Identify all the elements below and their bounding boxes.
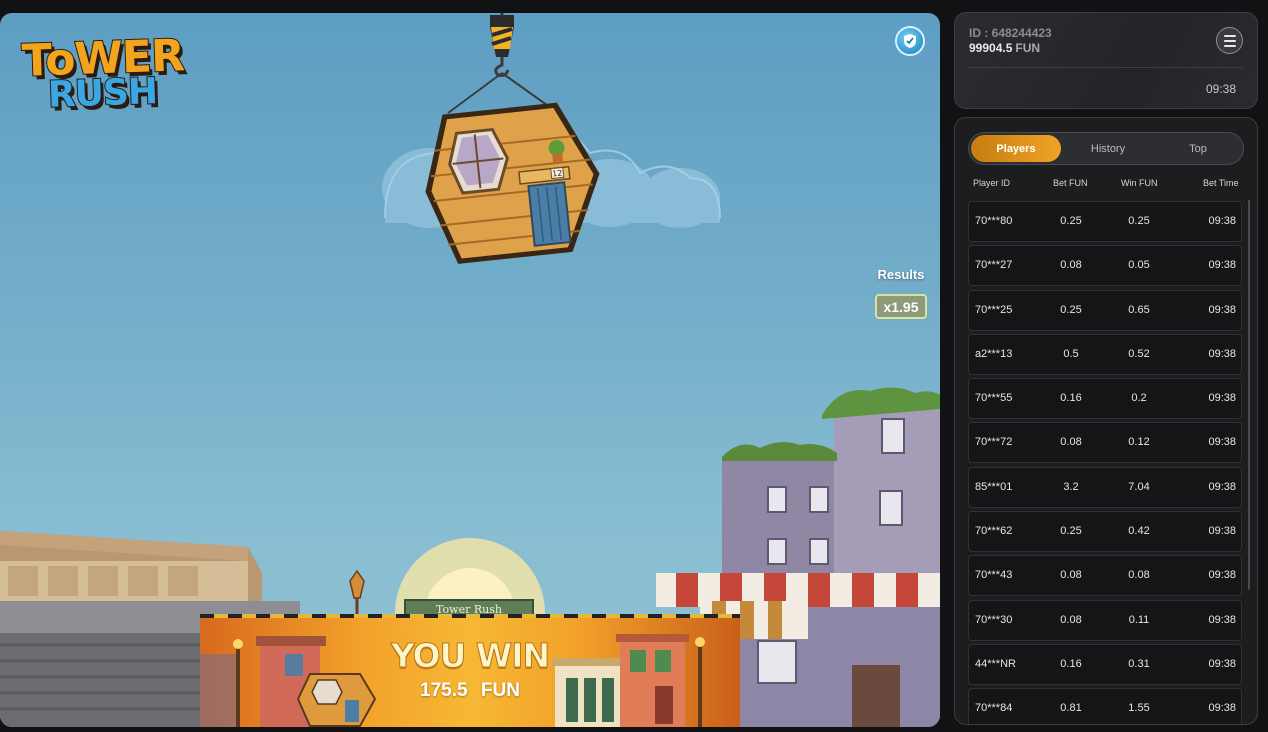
- row-bet: 0.16: [1060, 392, 1082, 405]
- row-bet: 0.16: [1060, 657, 1082, 670]
- row-time: 09:38: [1208, 569, 1236, 582]
- block-number: 12: [552, 168, 563, 178]
- crane-hook: [447, 13, 559, 114]
- row-bet: 0.25: [1060, 525, 1082, 538]
- tab-history[interactable]: History: [1063, 133, 1153, 164]
- row-bet: 0.81: [1060, 702, 1082, 715]
- clock: 09:38: [1205, 82, 1236, 96]
- tab-players[interactable]: Players: [971, 135, 1061, 162]
- col-bet-time: Bet Time: [1203, 178, 1239, 188]
- divider: [969, 67, 1243, 68]
- col-bet: Bet FUN: [1053, 178, 1088, 188]
- row-time: 09:38: [1208, 303, 1236, 316]
- row-time: 09:38: [1208, 480, 1236, 493]
- row-bet: 0.08: [1060, 259, 1082, 272]
- row-win: 0.12: [1128, 436, 1150, 449]
- row-player-id: 44***NR: [975, 657, 1016, 670]
- row-time: 09:38: [1208, 259, 1236, 272]
- house-block: [425, 102, 600, 264]
- row-win: 0.05: [1128, 259, 1150, 272]
- row-time: 09:38: [1208, 613, 1236, 626]
- win-amount-value: 175.5: [420, 680, 468, 701]
- col-player-id: Player ID: [973, 178, 1011, 188]
- row-time: 09:38: [1208, 347, 1236, 360]
- col-win: Win FUN: [1121, 178, 1158, 188]
- row-time: 09:38: [1208, 215, 1236, 227]
- win-banner: YOU WIN 175.5 FUN: [200, 614, 740, 727]
- row-win: 0.25: [1128, 215, 1150, 227]
- row-bet: 0.08: [1060, 569, 1082, 582]
- account-card: ID : 648244423 99904.5 FUN 09:38: [954, 12, 1258, 109]
- bets-panel: Players History Top Player ID Bet FUN Wi…: [954, 117, 1258, 725]
- row-time: 09:38: [1208, 525, 1236, 538]
- row-bet: 0.08: [1060, 613, 1082, 626]
- tab-top[interactable]: Top: [1153, 133, 1243, 164]
- row-win: 0.65: [1128, 303, 1150, 316]
- balance-value: 99904.5: [969, 41, 1013, 55]
- table-row: 70***30 0.08 0.11 09:38: [968, 599, 1242, 641]
- row-time: 09:38: [1208, 657, 1236, 670]
- menu-icon[interactable]: [1216, 27, 1243, 54]
- scrollbar[interactable]: [1248, 200, 1250, 590]
- table-row: a2***13 0.5 0.52 09:38: [968, 333, 1242, 375]
- table-row: 70***80 0.25 0.25 09:38: [968, 201, 1242, 242]
- win-amount: 175.5 FUN: [200, 680, 740, 702]
- row-player-id: 70***25: [975, 303, 1013, 316]
- balance-currency: FUN: [1015, 41, 1041, 55]
- row-bet: 3.2: [1063, 480, 1079, 493]
- row-win: 1.55: [1128, 702, 1150, 715]
- row-win: 0.08: [1128, 569, 1150, 582]
- table-row: 44***NR 0.16 0.31 09:38: [968, 643, 1242, 685]
- row-win: 0.2: [1131, 392, 1147, 405]
- row-player-id: 70***72: [975, 436, 1013, 449]
- row-win: 0.42: [1128, 525, 1150, 538]
- table-row: 70***55 0.16 0.2 09:38: [968, 378, 1242, 420]
- logo-line-2: RUSH: [46, 70, 158, 117]
- row-win: 0.11: [1128, 613, 1150, 626]
- row-bet: 0.25: [1060, 303, 1082, 316]
- row-player-id: 70***80: [975, 215, 1013, 227]
- player-id: ID : 648244423: [969, 26, 1052, 40]
- row-win: 0.52: [1128, 347, 1150, 360]
- table-row: 70***25 0.25 0.65 09:38: [968, 289, 1242, 331]
- results-multiplier-badge[interactable]: x1.95: [875, 294, 927, 319]
- win-amount-currency: FUN: [480, 680, 520, 701]
- row-win: 0.31: [1128, 657, 1150, 670]
- row-player-id: 70***62: [975, 525, 1013, 538]
- row-player-id: 85***01: [975, 480, 1013, 493]
- balance: 99904.5 FUN: [969, 41, 1040, 55]
- row-player-id: 70***30: [975, 613, 1013, 626]
- tower-rush-logo: ToWER RUSH: [18, 29, 186, 131]
- results-label: Results: [877, 267, 925, 282]
- table-row: 85***01 3.2 7.04 09:38: [968, 466, 1242, 508]
- row-bet: 0.25: [1060, 215, 1082, 227]
- bets-table: 70***80 0.25 0.25 09:38 70***27 0.08 0.0…: [968, 201, 1242, 724]
- row-player-id: 70***84: [975, 702, 1013, 715]
- row-time: 09:38: [1208, 392, 1236, 405]
- bets-tabs: Players History Top: [968, 132, 1244, 165]
- row-time: 09:38: [1208, 702, 1236, 715]
- table-row: 70***62 0.25 0.42 09:38: [968, 511, 1242, 553]
- game-canvas[interactable]: Tower Rush 12 ToWER RUSH Results x1.95 Y…: [0, 13, 940, 727]
- row-player-id: 70***43: [975, 569, 1013, 582]
- row-win: 7.04: [1128, 480, 1150, 493]
- table-row: 70***72 0.08 0.12 09:38: [968, 422, 1242, 464]
- shield-icon[interactable]: [895, 26, 925, 56]
- row-bet: 0.5: [1063, 347, 1079, 360]
- win-title: YOU WIN: [390, 636, 550, 676]
- table-header: Player ID Bet FUN Win FUN Bet Time: [969, 178, 1249, 192]
- table-row: 70***84 0.81 1.55 09:38: [968, 688, 1242, 724]
- row-player-id: 70***55: [975, 392, 1013, 405]
- row-player-id: a2***13: [975, 347, 1013, 360]
- row-player-id: 70***27: [975, 259, 1013, 272]
- row-time: 09:38: [1208, 436, 1236, 449]
- row-bet: 0.08: [1060, 436, 1082, 449]
- table-row: 70***43 0.08 0.08 09:38: [968, 555, 1242, 597]
- table-row: 70***27 0.08 0.05 09:38: [968, 245, 1242, 287]
